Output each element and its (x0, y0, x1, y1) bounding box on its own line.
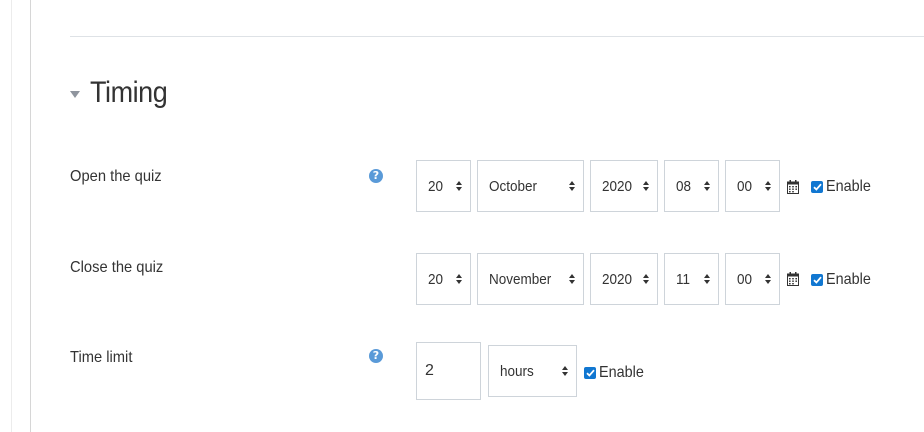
select-arrows-icon (643, 181, 649, 191)
close-year-select[interactable]: 2020 (590, 253, 658, 305)
close-day-select[interactable]: 20 (416, 253, 471, 305)
select-arrows-icon (643, 274, 649, 284)
time-limit-enable-checkbox[interactable]: Enable (584, 364, 649, 382)
close-enable-checkbox[interactable]: Enable (811, 271, 876, 289)
open-month-select[interactable]: October (477, 160, 584, 212)
calendar-icon[interactable] (787, 180, 799, 194)
time-limit-label: Time limit (70, 349, 133, 366)
close-quiz-label: Close the quiz (70, 259, 164, 276)
select-arrows-icon (569, 181, 575, 191)
quiz-settings-page: Timing Open the quiz ? 20 October 2020 0… (0, 0, 924, 432)
section-title: Timing (90, 76, 168, 109)
select-arrows-icon (569, 274, 575, 284)
checkbox-checked-icon (584, 367, 596, 379)
select-arrows-icon (562, 366, 568, 376)
help-icon[interactable]: ? (369, 349, 383, 363)
select-arrows-icon (704, 181, 710, 191)
close-hour-select[interactable]: 11 (664, 253, 719, 305)
select-arrows-icon (765, 181, 771, 191)
close-month-select[interactable]: November (477, 253, 584, 305)
open-year-select[interactable]: 2020 (590, 160, 658, 212)
checkbox-checked-icon (811, 274, 823, 286)
select-arrows-icon (456, 181, 462, 191)
select-arrows-icon (456, 274, 462, 284)
left-border-outer (11, 0, 12, 432)
time-limit-unit-select[interactable]: hours (488, 345, 577, 397)
caret-down-icon (70, 91, 80, 98)
select-arrows-icon (704, 274, 710, 284)
left-border (30, 0, 31, 432)
select-arrows-icon (765, 274, 771, 284)
open-minute-select[interactable]: 00 (725, 160, 780, 212)
close-minute-select[interactable]: 00 (725, 253, 780, 305)
timing-section-toggle[interactable]: Timing (70, 76, 176, 110)
open-hour-select[interactable]: 08 (664, 160, 719, 212)
help-icon[interactable]: ? (369, 169, 383, 183)
open-enable-checkbox[interactable]: Enable (811, 178, 876, 196)
checkbox-checked-icon (811, 181, 823, 193)
open-day-select[interactable]: 20 (416, 160, 471, 212)
open-quiz-label: Open the quiz (70, 168, 162, 185)
calendar-icon[interactable] (787, 272, 799, 286)
time-limit-input[interactable]: 2 (416, 342, 481, 400)
section-divider (70, 36, 924, 37)
